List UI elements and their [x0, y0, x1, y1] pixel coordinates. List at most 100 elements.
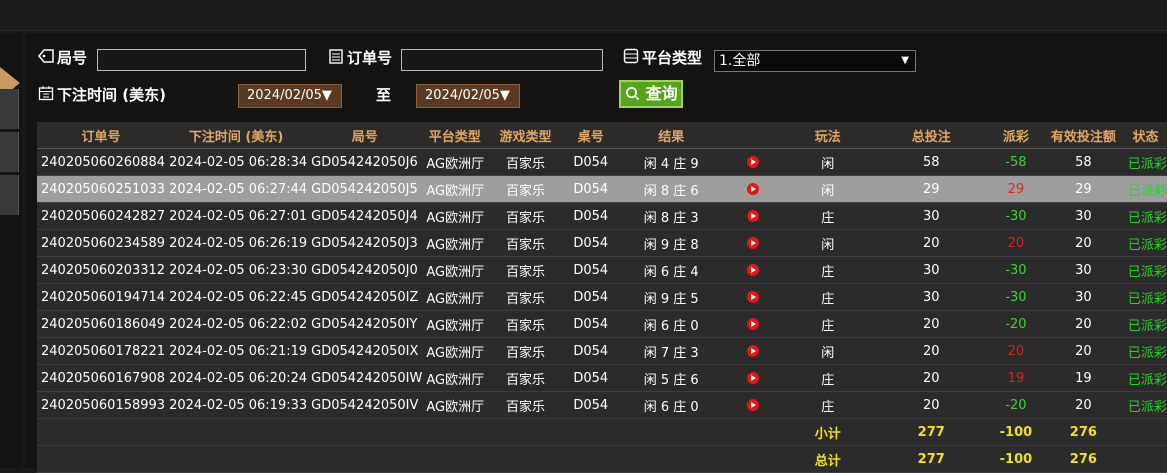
replay-cell	[724, 337, 783, 365]
order-cell: 240205060167908	[37, 364, 166, 392]
table-row[interactable]: 240205060178221 2024-02-05 06:21:19 GD0542…	[37, 337, 1167, 365]
table-row[interactable]: 240205060260884 2024-02-05 06:28:34 GD0542…	[37, 148, 1167, 176]
order-cell: 240205060158993	[37, 391, 166, 419]
payout-cell: 20	[989, 229, 1043, 257]
platform-cell: AG欧洲厅	[422, 175, 488, 203]
table-row[interactable]: 240205060203312 2024-02-05 06:23:30 GD0542…	[37, 256, 1167, 284]
table-row[interactable]: 240205060158993 2024-02-05 06:19:33 GD0542…	[37, 391, 1167, 419]
table-cell: D054	[563, 229, 618, 257]
play-replay-icon[interactable]	[747, 372, 760, 384]
table-row[interactable]: 240205060167908 2024-02-05 06:20:24 GD0542…	[37, 364, 1167, 392]
play-replay-icon[interactable]	[747, 210, 760, 222]
platform-select[interactable]: 1.全部 ▼	[714, 50, 916, 72]
game-cell: 百家乐	[487, 364, 564, 392]
grand-total-row: 总计 277 -100 276	[37, 445, 1167, 473]
time-cell: 2024-02-05 06:27:44	[165, 175, 308, 203]
replay-cell	[724, 391, 783, 419]
status-cell: 已派彩	[1123, 202, 1167, 230]
valid-bet-cell: 20	[1042, 337, 1124, 365]
round-cell: GD054242050IV	[307, 391, 423, 419]
header-game: 游戏类型	[487, 122, 564, 149]
time-cell: 2024-02-05 06:23:30	[165, 256, 308, 284]
list-icon	[623, 48, 639, 68]
play-replay-icon[interactable]	[747, 291, 760, 303]
valid-bet-cell: 20	[1042, 229, 1124, 257]
valid-bet-cell: 58	[1042, 148, 1124, 176]
replay-cell	[724, 202, 783, 230]
game-cell: 百家乐	[487, 337, 564, 365]
platform-cell: AG欧洲厅	[422, 337, 488, 365]
play-replay-icon[interactable]	[747, 345, 760, 357]
table-row[interactable]: 240205060234589 2024-02-05 06:26:19 GD0542…	[37, 229, 1167, 257]
search-icon	[625, 84, 646, 103]
platform-cell: AG欧洲厅	[422, 283, 488, 311]
status-cell: 已派彩	[1123, 391, 1167, 419]
total-bet-cell: 30	[873, 202, 990, 230]
table-row[interactable]: 240205060251033 2024-02-05 06:27:44 GD0542…	[37, 175, 1167, 203]
platform-filter-label: 平台类型	[623, 47, 702, 68]
play-replay-icon[interactable]	[747, 237, 760, 249]
platform-cell: AG欧洲厅	[422, 148, 488, 176]
status-cell: 已派彩	[1123, 283, 1167, 311]
round-cell: GD054242050J5	[307, 175, 423, 203]
table-cell: D054	[563, 364, 618, 392]
status-cell: 已派彩	[1123, 337, 1167, 365]
date-from-select[interactable]: 2024/02/05▼	[238, 84, 342, 108]
result-cell: 闲 7 庄 3	[617, 337, 725, 365]
round-input[interactable]	[97, 49, 306, 71]
play-replay-icon[interactable]	[747, 399, 760, 411]
valid-bet-cell: 19	[1042, 364, 1124, 392]
replay-cell	[724, 364, 783, 392]
platform-cell: AG欧洲厅	[422, 256, 488, 284]
replay-cell	[724, 148, 783, 176]
grand-total-label: 总计	[782, 445, 874, 473]
round-cell: GD054242050IZ	[307, 283, 423, 311]
table-row[interactable]: 240205060194714 2024-02-05 06:22:45 GD0542…	[37, 283, 1167, 311]
game-cell: 百家乐	[487, 175, 564, 203]
grand-total-valid: 276	[1042, 445, 1124, 473]
valid-bet-cell: 30	[1042, 283, 1124, 311]
order-input[interactable]	[401, 49, 603, 71]
payout-cell: -58	[989, 148, 1043, 176]
nav-tab-2[interactable]	[0, 132, 19, 172]
platform-cell: AG欧洲厅	[422, 364, 488, 392]
round-cell: GD054242050J3	[307, 229, 423, 257]
platform-select-value: 1.全部	[719, 53, 761, 69]
nav-tab-3[interactable]	[0, 175, 19, 215]
subtotal-payout: -100	[989, 418, 1043, 446]
game-cell: 百家乐	[487, 256, 564, 284]
valid-bet-cell: 20	[1042, 391, 1124, 419]
valid-bet-cell: 20	[1042, 310, 1124, 338]
table-cell: D054	[563, 256, 618, 284]
result-cell: 闲 5 庄 6	[617, 364, 725, 392]
query-button[interactable]: 查询	[619, 80, 683, 108]
play-replay-icon[interactable]	[747, 318, 760, 330]
time-cell: 2024-02-05 06:27:01	[165, 202, 308, 230]
result-cell: 闲 4 庄 9	[617, 148, 725, 176]
platform-cell: AG欧洲厅	[422, 229, 488, 257]
game-cell: 百家乐	[487, 391, 564, 419]
payout-cell: 20	[989, 337, 1043, 365]
total-bet-cell: 20	[873, 337, 990, 365]
play-replay-icon[interactable]	[747, 156, 760, 168]
result-cell: 闲 8 庄 3	[617, 202, 725, 230]
header-table: 桌号	[563, 122, 618, 149]
date-to-select[interactable]: 2024/02/05▼	[416, 84, 520, 108]
nav-tab-1[interactable]	[0, 89, 19, 129]
status-cell: 已派彩	[1123, 229, 1167, 257]
table-header-row: 订单号 下注时间 (美东) 局号 平台类型 游戏类型 桌号 结果 玩法 总投注 …	[37, 122, 1167, 149]
subtotal-row: 小计 277 -100 276	[37, 418, 1167, 446]
calendar-icon	[38, 85, 54, 105]
header-status: 状态	[1123, 122, 1167, 149]
table-cell: D054	[563, 175, 618, 203]
table-row[interactable]: 240205060186049 2024-02-05 06:22:02 GD0542…	[37, 310, 1167, 338]
subtotal-valid: 276	[1042, 418, 1124, 446]
table-row[interactable]: 240205060242827 2024-02-05 06:27:01 GD0542…	[37, 202, 1167, 230]
table-cell: D054	[563, 283, 618, 311]
status-cell: 已派彩	[1123, 256, 1167, 284]
play-replay-icon[interactable]	[747, 264, 760, 276]
time-cell: 2024-02-05 06:22:02	[165, 310, 308, 338]
play-replay-icon[interactable]	[747, 183, 760, 195]
game-cell: 百家乐	[487, 148, 564, 176]
valid-bet-cell: 30	[1042, 202, 1124, 230]
